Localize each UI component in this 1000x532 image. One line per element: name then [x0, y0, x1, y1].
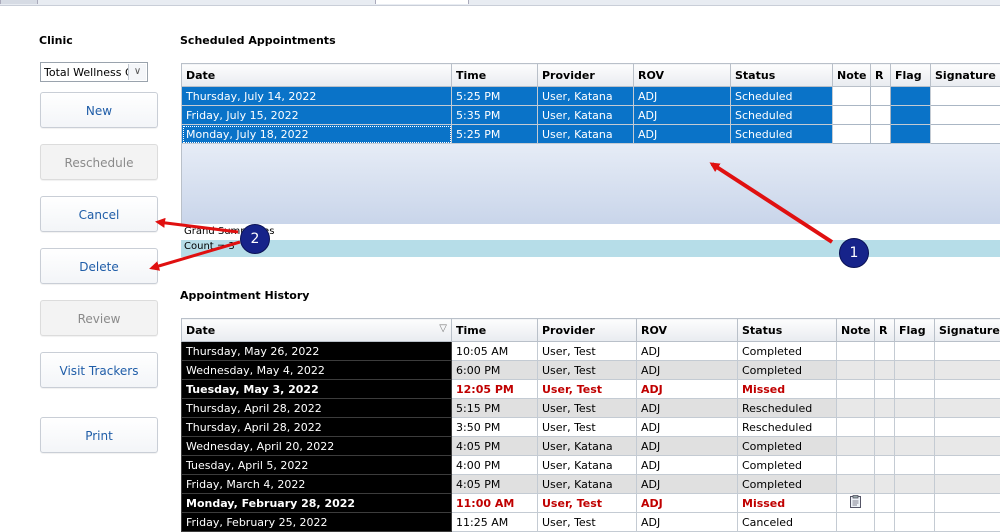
annotation-arrow-1	[712, 164, 832, 242]
annotation-badge-2: 2	[240, 224, 270, 254]
annotation-arrow-2b	[152, 242, 240, 268]
annotation-arrow-2a	[158, 222, 238, 232]
annotation-badge-1: 1	[839, 238, 869, 268]
